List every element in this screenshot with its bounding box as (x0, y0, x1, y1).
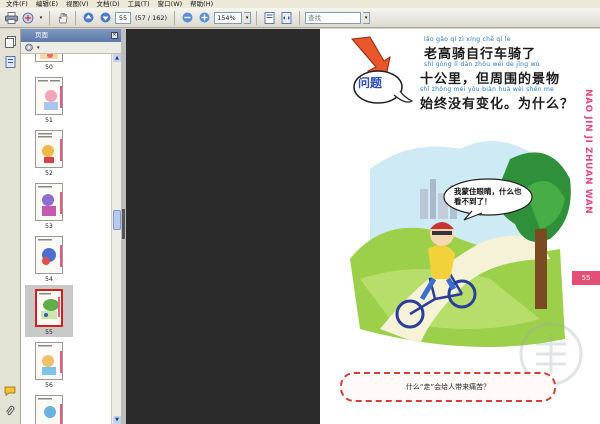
fit-width-icon (281, 11, 292, 24)
scrollbar-thumb[interactable] (113, 210, 121, 230)
thumbnail-list: 50 51 52 53 54 55 56 (21, 54, 111, 424)
hand-tool-button[interactable] (55, 10, 70, 25)
menu-window[interactable]: 窗口(W) (154, 0, 187, 8)
pages-panel-button[interactable] (3, 35, 17, 49)
next-page-button[interactable] (98, 10, 113, 25)
paperclip-icon (6, 405, 15, 416)
bottom-question-box: 什么“走”会给人带来痛苦？ (340, 372, 556, 402)
collaborate-dropdown[interactable]: ▾ (38, 10, 44, 25)
zoom-dropdown[interactable]: ▾ (244, 11, 252, 24)
toolbar-divider (256, 10, 258, 25)
question-label: 问题 (358, 76, 383, 90)
panel-close-button[interactable]: × (111, 32, 118, 39)
arrow-down-icon (100, 12, 111, 23)
thumbnail-label: 51 (45, 117, 53, 124)
navigation-icon-strip (0, 29, 21, 424)
text-line-1: 老高骑自行车骑了 (424, 47, 537, 62)
bookmarks-panel-button[interactable] (3, 55, 17, 69)
scroll-down-icon[interactable]: ▼ (113, 416, 121, 424)
page-thumbnail[interactable] (35, 77, 63, 115)
arrow-up-icon (83, 12, 94, 23)
bookmarks-icon (5, 56, 15, 68)
menu-help[interactable]: 帮助(H) (186, 0, 217, 8)
toolbar-divider (49, 10, 50, 25)
hand-icon (58, 12, 67, 23)
fit-page-icon (264, 11, 275, 24)
page-number-tab: 55 (572, 271, 600, 285)
side-title: NAO JIN JI ZHUAN WAN (583, 89, 593, 215)
print-button[interactable] (4, 10, 19, 25)
fit-page-button[interactable] (262, 10, 277, 25)
thumbnail-label: 50 (45, 64, 53, 71)
menu-document[interactable]: 文档(D) (93, 0, 124, 8)
scroll-up-icon[interactable]: ▲ (113, 54, 121, 62)
options-icon[interactable] (25, 43, 35, 52)
printer-icon (5, 11, 18, 24)
fit-width-button[interactable] (279, 10, 294, 25)
menu-bar: 文件(F) 编辑(E) 视图(V) 文档(D) 工具(T) 窗口(W) 帮助(H… (0, 0, 600, 8)
page-thumbnail[interactable] (35, 183, 63, 221)
find-dropdown[interactable]: ▾ (363, 11, 371, 24)
zoom-in-icon (199, 12, 210, 23)
zoom-level-field[interactable]: 154% (214, 11, 243, 24)
pages-panel-title: 页面 (35, 31, 48, 39)
page-thumbnail-selected[interactable] (35, 289, 63, 327)
panel-options-bar: ▾ (21, 42, 121, 54)
page-thumbnail[interactable] (35, 130, 63, 168)
pages-panel-header: 页面 × (21, 29, 121, 42)
document-canvas-background (126, 29, 320, 424)
thumbnail-label: 55 (45, 329, 53, 336)
zoom-out-button[interactable] (180, 10, 195, 25)
comment-icon (4, 386, 16, 396)
bottom-question-text: 什么“走”会给人带来痛苦？ (405, 383, 491, 391)
text-line-3: 始终没有变化。为什么？ (420, 97, 575, 112)
toolbar-divider (299, 10, 301, 25)
page-thumbnail[interactable] (35, 395, 63, 424)
document-page[interactable]: 问题 lǎo gāo qí zì xíng chē qí le 老高骑自行车骑了… (320, 29, 600, 424)
find-input[interactable]: 查找 (305, 11, 362, 24)
page-count: (57 / 162) (135, 13, 168, 22)
thumbnail-label: 56 (45, 382, 53, 389)
zoom-out-icon (182, 12, 193, 23)
share-icon (22, 12, 34, 23)
zoom-in-button[interactable] (197, 10, 212, 25)
page-thumbnail[interactable] (35, 342, 63, 380)
thumbnail-label: 52 (45, 170, 53, 177)
comments-panel-button[interactable] (3, 384, 17, 398)
menu-edit[interactable]: 编辑(E) (32, 0, 62, 8)
thumbnail-label: 53 (45, 223, 53, 230)
options-dropdown-icon[interactable]: ▾ (37, 45, 40, 51)
toolbar-divider (75, 10, 76, 25)
pinyin-line-3: shǐ zhōng méi yǒu biàn huà wèi shén me (420, 86, 555, 93)
pages-panel: 页面 × ▾ 50 51 52 53 54 55 56 ▲ ▼ (21, 29, 121, 424)
page-thumbnail[interactable] (35, 54, 63, 62)
menu-file[interactable]: 文件(F) (2, 0, 32, 8)
page-number-input[interactable]: 55 (115, 11, 131, 24)
speech-bubble-text: 我蒙住眼睛，什么也看不到了！ (454, 187, 522, 206)
pinyin-line-1: lǎo gāo qí zì xíng chē qí le (424, 36, 511, 43)
collaborate-button[interactable] (21, 10, 36, 25)
toolbar: ▾ 55 (57 / 162) 154% ▾ 查找 ▾ (0, 8, 600, 28)
menu-tools[interactable]: 工具(T) (124, 0, 154, 8)
thumbnail-label: 54 (45, 276, 53, 283)
attachments-panel-button[interactable] (3, 404, 17, 418)
toolbar-divider (174, 10, 176, 25)
page-thumbnail[interactable] (35, 236, 63, 274)
previous-page-button[interactable] (81, 10, 96, 25)
thumbnail-scrollbar[interactable]: ▲ ▼ (111, 54, 121, 424)
text-line-2: 十公里，但周围的景物 (420, 72, 561, 87)
menu-view[interactable]: 视图(V) (62, 0, 93, 8)
pages-icon (4, 36, 16, 48)
pinyin-line-2: shí gōng lǐ dàn zhōu wéi de jǐng wù (424, 61, 540, 68)
splitter-grip[interactable] (122, 209, 125, 239)
